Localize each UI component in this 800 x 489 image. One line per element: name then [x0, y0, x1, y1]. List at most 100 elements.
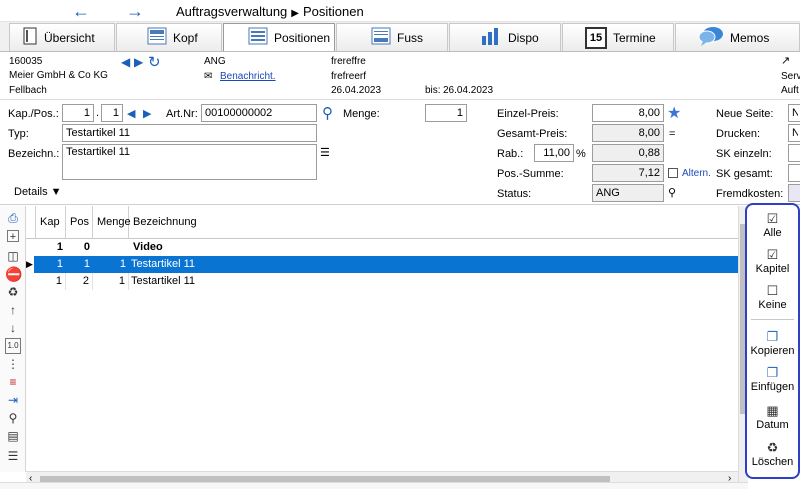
notification-link[interactable]: Benachricht.	[220, 71, 276, 82]
move-up-icon[interactable]: ↑	[5, 302, 21, 318]
tab-kopf[interactable]: Kopf	[116, 23, 222, 51]
prev-position-icon[interactable]: ◀	[127, 107, 135, 120]
select-chapter-button[interactable]: ☑ Kapitel	[747, 247, 798, 275]
art-nr-label: Art.Nr:	[166, 108, 198, 120]
position-form: Kap./Pos.: . ◀ ▶ Art.Nr: ⚲ Menge: Typ: B…	[0, 100, 800, 205]
insert-list-icon[interactable]: ≡	[5, 374, 21, 390]
tab-positionen[interactable]: Positionen	[223, 23, 335, 51]
altern-checkbox[interactable]	[668, 168, 678, 178]
insert-subitem-icon[interactable]: ⋮	[5, 356, 21, 372]
drucken-input[interactable]	[788, 124, 800, 142]
select-all-button[interactable]: ☑ Alle	[747, 211, 798, 239]
tab-termine[interactable]: 15 Termine	[562, 23, 674, 51]
paste-button[interactable]: ❐ Einfügen	[747, 365, 798, 393]
bezeichnung-textarea[interactable]: Testartikel 11	[62, 144, 317, 180]
delete-button[interactable]: ♻ Löschen	[747, 440, 798, 468]
table-row[interactable]: 1 0 Video	[26, 239, 738, 256]
text-edit-icon[interactable]: ☰	[320, 146, 330, 159]
tab-label: Positionen	[274, 30, 331, 45]
rabatt-unit: %	[576, 148, 586, 160]
export-icon[interactable]: ⇥	[5, 392, 21, 408]
add-row-icon[interactable]: +	[7, 230, 19, 243]
fremdkosten-label: Fremdkosten:	[716, 188, 784, 200]
sk-einzeln-input[interactable]	[788, 144, 800, 162]
einzel-preis-input[interactable]	[592, 104, 664, 122]
rabatt-input[interactable]	[534, 144, 574, 162]
details-toggle[interactable]: Details ▼	[14, 186, 62, 198]
move-down-icon[interactable]: ↓	[5, 320, 21, 336]
bezeichn-label: Bezeichn.:	[8, 148, 60, 160]
column-header-kap[interactable]: Kap	[36, 206, 66, 239]
neue-seite-input[interactable]	[788, 104, 800, 122]
tab-uebersicht[interactable]: Übersicht	[9, 23, 115, 51]
tab-label: Übersicht	[44, 30, 95, 45]
status-field	[592, 184, 664, 202]
save-icon[interactable]: ◫	[5, 248, 21, 264]
prev-record-icon[interactable]: ◀	[121, 55, 130, 69]
paste-icon: ❐	[766, 365, 779, 380]
tab-label: Kopf	[173, 30, 198, 45]
kap-input[interactable]	[62, 104, 94, 122]
status-code: ANG	[204, 56, 226, 67]
select-none-button[interactable]: ☐ Keine	[747, 283, 798, 311]
tab-memos[interactable]: Memos	[675, 23, 800, 51]
gesamt-preis-field	[592, 124, 664, 142]
gesamt-preis-label: Gesamt-Preis:	[497, 128, 568, 140]
tab-dispo[interactable]: Dispo	[449, 23, 561, 51]
notes-icon[interactable]: ☰	[5, 448, 21, 464]
calendar-day: 15	[589, 31, 603, 44]
tab-fuss[interactable]: Fuss	[336, 23, 448, 51]
menge-input[interactable]	[425, 104, 467, 122]
renumber-icon[interactable]: 1.0	[5, 338, 21, 354]
next-position-icon[interactable]: ▶	[143, 107, 151, 120]
print-icon[interactable]: ⎙	[5, 210, 21, 226]
next-record-icon[interactable]: ▶	[134, 55, 143, 69]
calendar-small-icon: ▦	[766, 403, 779, 418]
order-number: 160035	[9, 56, 43, 67]
pos-input[interactable]	[101, 104, 123, 122]
cell-pos: 0	[83, 241, 90, 253]
back-arrow-icon[interactable]: ←	[72, 1, 90, 21]
copy-label: Kopieren	[750, 345, 795, 357]
typ-input[interactable]	[62, 124, 317, 142]
grid-header: Kap Pos Menge Bezeichnung	[26, 206, 738, 239]
table-row[interactable]: 1 2 1 Testartikel 11	[26, 273, 738, 290]
star-icon[interactable]: ★	[667, 103, 681, 123]
pin-icon[interactable]: ↗	[781, 54, 790, 67]
status-workflow-icon[interactable]: ⚲	[668, 186, 676, 199]
film-icon[interactable]: ▤	[5, 428, 21, 444]
forward-arrow-icon[interactable]: →	[126, 1, 144, 21]
select-none-label: Keine	[758, 299, 787, 311]
art-nr-input[interactable]	[201, 104, 317, 122]
trash-icon[interactable]: ♻	[5, 284, 21, 300]
service-label: Serv	[781, 71, 800, 82]
select-all-icon: ☑	[766, 211, 779, 226]
column-header-bezeichnung[interactable]: Bezeichnung	[129, 206, 738, 239]
tab-bar: Übersicht Kopf Positionen Fuss Dispo 15 …	[0, 22, 800, 52]
tab-label: Termine	[613, 30, 656, 45]
sk-einzeln-label: SK einzeln:	[716, 148, 772, 160]
column-header-pos[interactable]: Pos	[66, 206, 93, 239]
envelope-icon: ✉	[204, 71, 213, 82]
typ-label: Typ:	[8, 128, 29, 140]
column-header-menge[interactable]: Menge	[93, 206, 131, 239]
grid-toolbar: ⎙ + ◫ ⛔ ♻ ↑ ↓ 1.0 ⋮ ≡ ⇥ ⚲ ▤ ☰	[0, 206, 26, 472]
fremdkosten-input[interactable]	[788, 184, 800, 202]
sk-gesamt-input[interactable]	[788, 164, 800, 182]
search-icon[interactable]: ⚲	[322, 104, 333, 122]
rabatt-amount-field	[592, 144, 664, 162]
current-row-marker-icon: ▶	[26, 256, 34, 273]
breadcrumb-root[interactable]: Auftragsverwaltung	[176, 4, 287, 19]
remove-icon[interactable]: ⛔	[5, 266, 22, 282]
deselect-icon: ☐	[766, 283, 779, 298]
cell-menge: 1	[119, 258, 126, 270]
order-label: Auft	[781, 85, 799, 96]
table-row[interactable]: ▶ 1 1 1 Testartikel 11	[26, 256, 738, 273]
date-button[interactable]: ▦ Datum	[747, 403, 798, 431]
find-icon[interactable]: ⚲	[5, 410, 21, 426]
copy-button[interactable]: ❐ Kopieren	[747, 329, 798, 357]
menge-label: Menge:	[343, 108, 380, 120]
refresh-icon[interactable]: ↻	[148, 53, 161, 71]
breadcrumb-current: Positionen	[302, 4, 364, 19]
tab-label: Fuss	[397, 30, 424, 45]
